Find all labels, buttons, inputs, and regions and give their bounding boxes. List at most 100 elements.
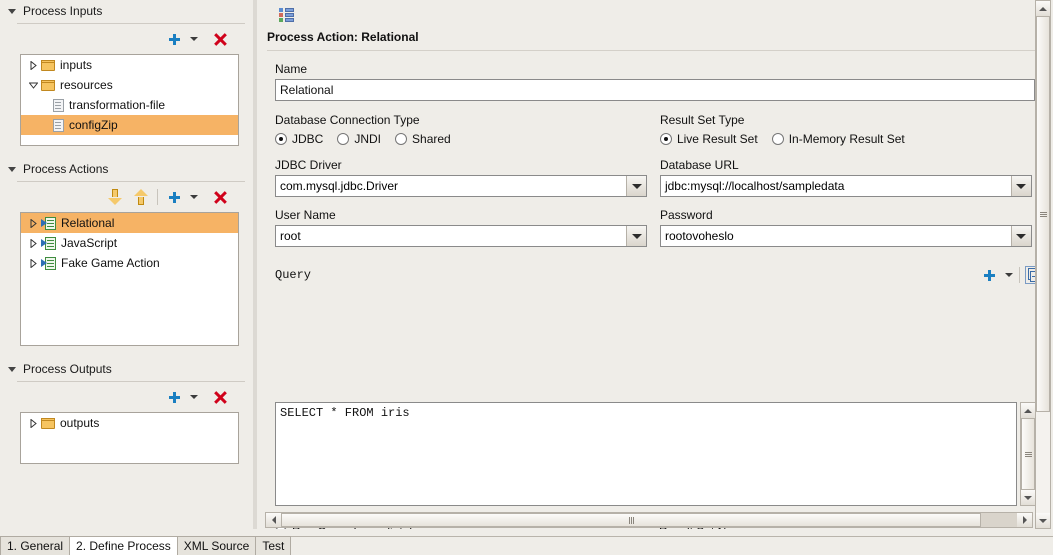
expand-triangle-icon[interactable] [25, 258, 41, 268]
radio-jndi[interactable]: JNDI [337, 132, 381, 146]
password-value[interactable]: rootovoheslo [661, 226, 1011, 246]
radio-indicator[interactable] [771, 133, 784, 145]
add-query-param-dropdown-button[interactable] [1000, 264, 1014, 286]
process-inputs-tree[interactable]: inputs resources transformation-file con… [20, 54, 239, 146]
expand-triangle-icon[interactable] [25, 238, 41, 248]
delete-output-button[interactable] [209, 386, 231, 408]
add-action-button[interactable] [163, 186, 185, 208]
radio-in-memory-result-set[interactable]: In-Memory Result Set [771, 132, 905, 146]
add-output-button[interactable] [163, 386, 185, 408]
user-name-combobox[interactable]: root [275, 225, 647, 247]
editor-toolbar [257, 0, 1037, 30]
section-header-process-inputs[interactable]: Process Inputs [0, 0, 253, 22]
section-header-process-outputs[interactable]: Process Outputs [0, 358, 253, 380]
scroll-down-button[interactable] [1036, 513, 1050, 528]
page-title: Process Action: Relational [267, 30, 419, 44]
result-set-type-label: Result Set Type [659, 113, 745, 127]
tree-row[interactable]: Relational [21, 213, 238, 233]
password-combobox[interactable]: rootovoheslo [659, 225, 1032, 247]
name-input[interactable]: Relational [275, 79, 1035, 101]
tree-row[interactable]: Fake Game Action [21, 253, 238, 273]
scroll-down-button[interactable] [1021, 490, 1035, 505]
jdbc-driver-value[interactable]: com.mysql.jdbc.Driver [276, 176, 626, 196]
collapse-triangle-icon[interactable] [8, 366, 16, 372]
jdbc-driver-combobox[interactable]: com.mysql.jdbc.Driver [275, 175, 647, 197]
radio-indicator[interactable] [275, 133, 287, 145]
tree-row[interactable]: outputs [21, 413, 238, 433]
chevron-down-icon [189, 37, 198, 41]
database-url-value[interactable]: jdbc:mysql://localhost/sampledata [661, 176, 1011, 196]
add-output-dropdown-button[interactable] [185, 386, 199, 408]
query-textarea[interactable]: SELECT * FROM iris [275, 402, 1017, 506]
query-header-row: Query [275, 264, 1037, 286]
collapse-triangle-icon[interactable] [8, 8, 16, 14]
database-url-dropdown-button[interactable] [1010, 176, 1031, 196]
tab-define-process[interactable]: 2. Define Process [69, 536, 178, 555]
tree-row[interactable]: inputs [21, 55, 238, 75]
query-scrollbar-vertical[interactable] [1020, 402, 1036, 506]
user-name-value[interactable]: root [276, 226, 626, 246]
tree-row[interactable]: JavaScript [21, 233, 238, 253]
user-name-dropdown-button[interactable] [626, 226, 646, 246]
process-actions-tree[interactable]: Relational JavaScript Fake Game Action [20, 212, 239, 346]
add-action-dropdown-button[interactable] [185, 186, 199, 208]
database-url-combobox[interactable]: jdbc:mysql://localhost/sampledata [659, 175, 1032, 197]
add-input-dropdown-button[interactable] [185, 28, 199, 50]
section-header-process-actions[interactable]: Process Actions [0, 158, 253, 180]
scroll-thumb[interactable] [1036, 16, 1050, 412]
grip-icon [628, 516, 634, 524]
chevron-right-icon [1022, 516, 1027, 524]
scroll-thumb[interactable] [281, 513, 981, 527]
scroll-track[interactable] [281, 513, 1017, 527]
tab-general[interactable]: 1. General [0, 536, 71, 555]
password-dropdown-button[interactable] [1010, 226, 1031, 246]
radio-shared[interactable]: Shared [395, 132, 451, 146]
tree-row[interactable]: resources [21, 75, 238, 95]
collapse-triangle-icon[interactable] [25, 82, 41, 89]
name-label: Name [275, 62, 308, 76]
delete-input-button[interactable] [209, 28, 231, 50]
chevron-down-icon [189, 395, 198, 399]
scroll-left-button[interactable] [266, 513, 281, 527]
delete-action-button[interactable] [209, 186, 231, 208]
result-set-type-radiogroup: Live Result Set In-Memory Result Set [659, 132, 1037, 146]
scroll-right-button[interactable] [1017, 513, 1032, 527]
chevron-down-icon [631, 233, 642, 239]
add-query-param-button[interactable] [978, 264, 1000, 286]
move-up-icon [134, 189, 148, 205]
user-name-label: User Name [275, 208, 336, 222]
toolbar-separator [1019, 267, 1020, 283]
section-process-inputs: Process Inputs inputs resources transfor… [0, 0, 253, 146]
expand-triangle-icon[interactable] [25, 218, 41, 228]
expand-triangle-icon[interactable] [25, 60, 41, 70]
tab-xml-source[interactable]: XML Source [176, 536, 257, 555]
move-up-button[interactable] [130, 186, 152, 208]
scroll-track[interactable] [1036, 16, 1050, 513]
move-down-button[interactable] [104, 186, 126, 208]
scroll-up-button[interactable] [1021, 403, 1035, 418]
editor-scrollbar-horizontal[interactable] [265, 512, 1033, 528]
tree-row[interactable]: transformation-file [21, 95, 238, 115]
radio-indicator[interactable] [395, 133, 408, 145]
driver-and-url-row: JDBC Driver com.mysql.jdbc.Driver Databa… [267, 158, 1037, 197]
tree-row[interactable]: configZip [21, 115, 238, 135]
scroll-up-button[interactable] [1036, 1, 1050, 16]
collapse-triangle-icon[interactable] [8, 166, 16, 172]
jdbc-driver-dropdown-button[interactable] [626, 176, 646, 196]
add-input-button[interactable] [163, 28, 185, 50]
tab-test[interactable]: Test [255, 536, 292, 555]
scroll-thumb[interactable] [1021, 418, 1035, 490]
radio-indicator[interactable] [337, 133, 350, 145]
scroll-track[interactable] [1021, 418, 1035, 490]
radio-live-result-set[interactable]: Live Result Set [659, 132, 758, 146]
radio-jdbc[interactable]: JDBC [275, 132, 323, 146]
radio-indicator[interactable] [659, 133, 672, 145]
main-scrollbar-vertical[interactable] [1035, 0, 1051, 529]
expand-triangle-icon[interactable] [25, 418, 41, 428]
radio-label: In-Memory Result Set [788, 132, 905, 146]
properties-list-icon[interactable] [279, 7, 294, 23]
action-icon [41, 216, 56, 230]
database-url-label: Database URL [659, 158, 739, 172]
process-outputs-tree[interactable]: outputs [20, 412, 239, 464]
grip-icon [1024, 451, 1032, 457]
